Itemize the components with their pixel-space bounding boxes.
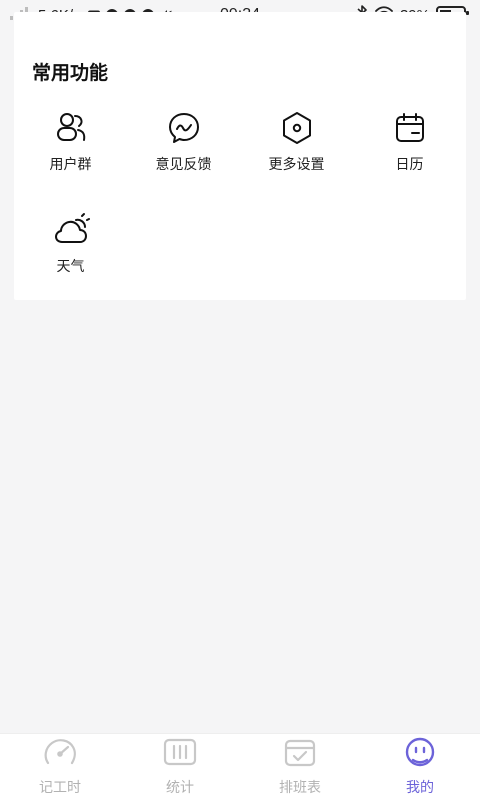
common-functions-card: 常用功能 用户群 意见反馈 更多设置 日历 天气: [14, 12, 466, 300]
calendar-icon: [353, 108, 466, 148]
function-label: 意见反馈: [155, 157, 212, 173]
stats-icon: [162, 737, 198, 771]
nav-item-log-hours[interactable]: 记工时: [0, 734, 120, 800]
function-item-weather[interactable]: 天气: [14, 210, 127, 276]
nav-label: 统计: [166, 780, 194, 796]
clock-gauge-icon: [42, 737, 78, 771]
function-label: 天气: [56, 259, 85, 275]
function-label: 更多设置: [268, 157, 325, 173]
nav-label: 记工时: [39, 780, 81, 796]
profile-face-icon: [402, 737, 438, 771]
screen: 5.6K/s: [0, 0, 480, 800]
function-item-user-group[interactable]: 用户群: [14, 108, 127, 174]
function-label: 用户群: [49, 157, 92, 173]
card-title: 常用功能: [32, 62, 109, 84]
feedback-icon: [127, 108, 240, 148]
function-label: 日历: [395, 157, 424, 173]
schedule-icon: [282, 737, 318, 771]
users-icon: [14, 108, 127, 148]
weather-icon: [14, 210, 127, 250]
function-item-calendar[interactable]: 日历: [353, 108, 466, 174]
function-item-feedback[interactable]: 意见反馈: [127, 108, 240, 174]
settings-icon: [240, 108, 353, 148]
nav-label: 我的: [406, 780, 434, 796]
nav-item-statistics[interactable]: 统计: [120, 734, 240, 800]
nav-item-schedule[interactable]: 排班表: [240, 734, 360, 800]
nav-item-profile[interactable]: 我的: [360, 734, 480, 800]
function-item-more-settings[interactable]: 更多设置: [240, 108, 353, 174]
nav-label: 排班表: [279, 780, 321, 796]
bottom-navigation: 记工时 统计 排班表 我的: [0, 733, 480, 800]
